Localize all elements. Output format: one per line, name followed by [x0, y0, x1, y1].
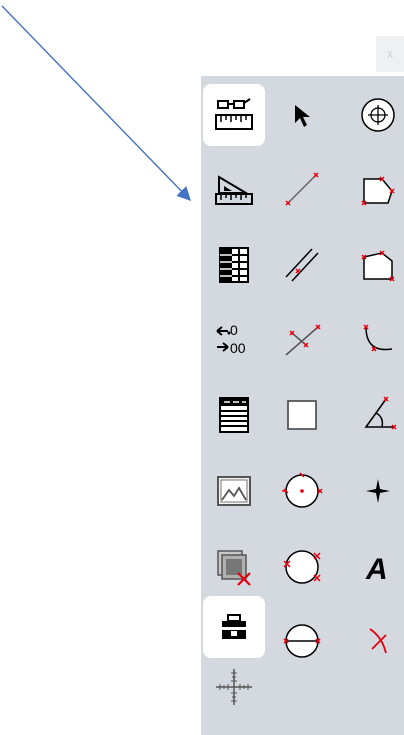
circle-target-icon[interactable]	[347, 84, 404, 146]
angle-glyph	[364, 396, 397, 430]
arc-glyph	[363, 324, 393, 352]
layer-delete-icon[interactable]	[203, 536, 265, 598]
circle-target-glyph	[361, 98, 395, 132]
camera-lock-icon[interactable]	[203, 596, 265, 658]
circle-points-icon[interactable]	[271, 536, 333, 598]
text-tool-label: A	[365, 553, 388, 586]
pointer-arrow-icon[interactable]	[271, 84, 333, 146]
point-cross-glyph	[366, 479, 390, 503]
circle-diameter-icon[interactable]	[271, 610, 333, 672]
image-icon[interactable]	[203, 460, 265, 522]
table-grid-glyph	[219, 247, 249, 283]
polygon-glyph	[361, 250, 395, 282]
measure-glasses-ruler-icon[interactable]	[203, 84, 265, 146]
arc-icon[interactable]	[347, 308, 404, 370]
measurement-toolbar: 0 00 A	[201, 76, 404, 735]
ruler-triangle-icon[interactable]	[203, 158, 265, 220]
pointer-arrow-glyph	[295, 105, 310, 127]
polygon-angle-icon[interactable]	[347, 158, 404, 220]
circle-points-glyph	[283, 550, 321, 584]
camera-lock-glyph	[222, 614, 246, 639]
circle-center-glyph	[282, 472, 323, 508]
perpendicular-lines-glyph	[285, 324, 321, 356]
parallel-lines-glyph	[285, 248, 319, 282]
decimal-zero-label: 0	[230, 322, 238, 338]
line-icon[interactable]	[271, 158, 333, 220]
circle-center-icon[interactable]	[271, 460, 333, 522]
decimal-places-glyph: 0 00	[216, 322, 246, 356]
glasses-ruler-glyph	[215, 98, 253, 130]
image-glyph	[217, 476, 251, 506]
polygon-icon[interactable]	[347, 234, 404, 296]
close-button[interactable]: x	[376, 36, 404, 72]
parallel-lines-icon[interactable]	[271, 234, 333, 296]
point-cross-icon[interactable]	[347, 460, 404, 522]
layer-delete-glyph	[217, 550, 251, 586]
line-glyph	[285, 172, 319, 206]
crosshair-scale-glyph	[216, 669, 252, 705]
decimal-places-icon[interactable]: 0 00	[203, 308, 265, 370]
rectangle-glyph	[287, 400, 317, 430]
list-lines-glyph	[219, 397, 249, 433]
polygon-angle-glyph	[361, 176, 395, 206]
angle-icon[interactable]	[347, 384, 404, 446]
ruler-triangle-glyph	[215, 175, 253, 205]
table-grid-icon[interactable]	[203, 234, 265, 296]
crosshair-scale-icon[interactable]	[203, 656, 265, 718]
list-lines-icon[interactable]	[203, 384, 265, 446]
intersection-glyph	[369, 628, 387, 654]
perpendicular-lines-icon[interactable]	[271, 308, 333, 370]
text-tool-icon[interactable]: A	[347, 536, 404, 598]
circle-diameter-glyph	[283, 624, 321, 658]
decimal-double-zero-label: 00	[230, 340, 246, 356]
text-tool-glyph: A	[365, 553, 388, 586]
rectangle-icon[interactable]	[271, 384, 333, 446]
intersection-icon[interactable]	[347, 610, 404, 672]
